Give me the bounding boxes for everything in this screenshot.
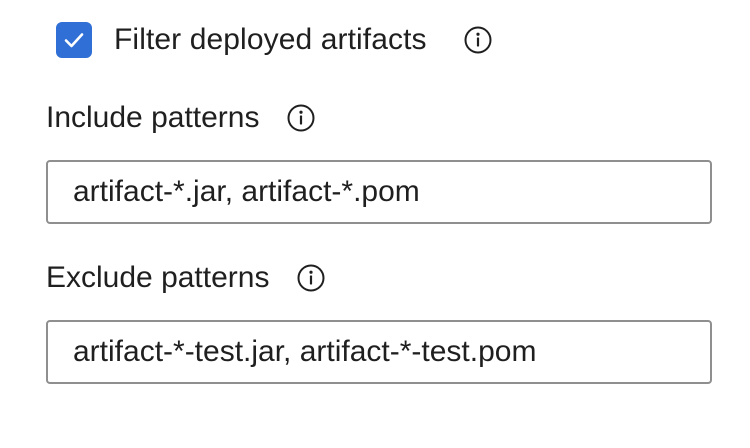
exclude-patterns-input[interactable] xyxy=(46,320,712,384)
filter-deployed-artifacts-label[interactable]: Filter deployed artifacts xyxy=(114,22,427,58)
info-icon[interactable] xyxy=(463,25,493,55)
include-patterns-input[interactable] xyxy=(46,160,712,224)
info-icon[interactable] xyxy=(286,103,316,133)
filter-deployed-artifacts-row: Filter deployed artifacts xyxy=(56,22,493,58)
checkmark-icon xyxy=(64,33,84,48)
artifact-filter-panel: Filter deployed artifacts Include patter… xyxy=(0,0,750,448)
info-icon[interactable] xyxy=(296,263,326,293)
include-patterns-label-row: Include patterns xyxy=(46,100,316,136)
filter-deployed-artifacts-checkbox[interactable] xyxy=(56,22,92,58)
exclude-patterns-label-row: Exclude patterns xyxy=(46,260,326,296)
include-patterns-label: Include patterns xyxy=(46,101,260,134)
exclude-patterns-label: Exclude patterns xyxy=(46,261,270,294)
